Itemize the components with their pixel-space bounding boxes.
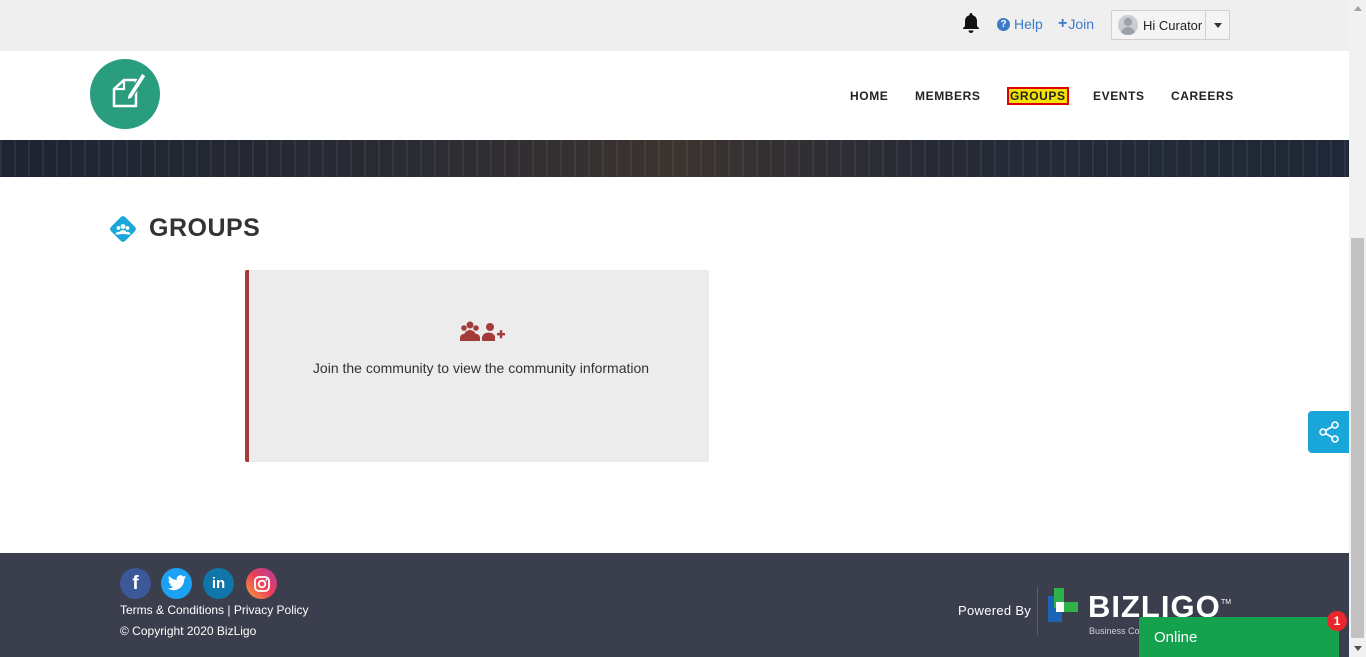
user-menu-toggle[interactable] [1205,11,1229,39]
caret-down-icon [1213,22,1222,28]
facebook-icon[interactable]: f [120,568,151,599]
avatar [1118,15,1138,35]
join-notice-card: Join the community to view the community… [245,270,709,462]
footer-divider [1037,587,1038,635]
scroll-down-button[interactable] [1349,640,1366,657]
user-greeting: Hi Curator [1143,17,1203,33]
footer-links: Terms & Conditions | Privacy Policy [120,603,309,617]
join-notice-message: Join the community to view the community… [312,360,650,376]
nav-home[interactable]: HOME [850,89,888,103]
help-label: Help [1014,16,1043,32]
top-utility-bar: ? Help + Join Hi Curator [0,0,1349,51]
bizligo-trademark: TM [1221,599,1232,606]
chat-notification-badge: 1 [1327,611,1347,631]
nav-careers[interactable]: CAREERS [1171,89,1234,103]
chat-widget[interactable]: Online 1 [1139,611,1347,657]
groups-diamond-icon [108,214,138,244]
linkedin-icon[interactable]: in [203,568,234,599]
privacy-link[interactable]: Privacy Policy [234,603,309,617]
arrow-up-icon [1353,6,1362,11]
city-lights-pattern [0,140,1349,177]
arrow-down-icon [1353,646,1362,651]
bell-icon[interactable] [961,12,981,34]
nav-groups[interactable]: GROUPS [1007,87,1069,105]
share-button[interactable] [1308,411,1349,453]
terms-link[interactable]: Terms & Conditions [120,603,224,617]
users-plus-icon [459,320,506,342]
user-menu-button[interactable]: Hi Curator [1111,10,1230,40]
site-logo[interactable] [90,59,160,129]
join-label: Join [1068,16,1095,32]
share-icon [1318,421,1339,443]
scroll-up-button[interactable] [1349,0,1366,17]
chat-status-label: Online [1154,629,1198,646]
bizligo-logo-mark [1048,588,1078,622]
plus-icon: + [1058,15,1068,32]
copyright-text: © Copyright 2020 BizLigo [120,624,257,638]
instagram-icon[interactable] [246,568,277,599]
nav-events[interactable]: EVENTS [1093,89,1145,103]
help-link[interactable]: ? Help [997,16,1043,32]
link-separator: | [227,603,231,617]
edit-document-icon [112,72,147,108]
scrollbar-thumb[interactable] [1351,238,1364,638]
twitter-icon[interactable] [161,568,192,599]
hero-banner [0,140,1349,177]
page-title: GROUPS [149,214,261,242]
powered-by-label: Powered By [958,603,1032,618]
site-header: HOME MEMBERS GROUPS EVENTS CAREERS [0,51,1349,140]
question-circle-icon: ? [997,17,1010,31]
bizligo-tagline: Business Co [1089,626,1140,636]
join-link[interactable]: + Join [1058,15,1095,33]
nav-members[interactable]: MEMBERS [915,89,981,103]
